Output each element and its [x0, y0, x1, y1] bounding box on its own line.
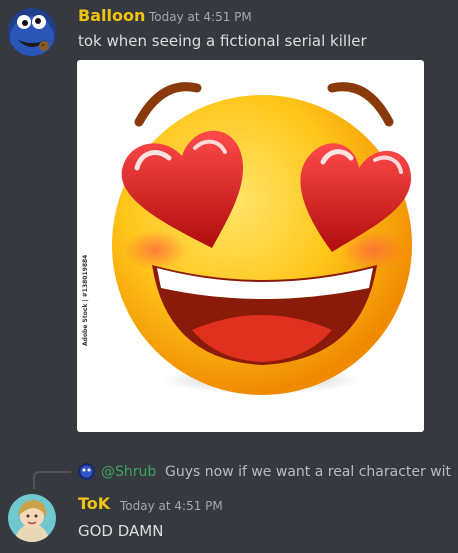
message-text: tok when seeing a fictional serial kille…	[78, 32, 367, 50]
avatar-tok[interactable]	[8, 494, 56, 542]
username-balloon[interactable]: Balloon	[78, 6, 145, 25]
tok-avatar-icon	[8, 494, 56, 542]
avatar-balloon[interactable]	[8, 8, 56, 56]
image-watermark: Adobe Stock | #138019884	[82, 254, 89, 346]
image-attachment[interactable]	[77, 60, 424, 432]
heart-eyes-emoji-image	[112, 82, 412, 395]
message-timestamp: Today at 4:51 PM	[120, 499, 223, 513]
message-timestamp: Today at 4:51 PM	[149, 10, 252, 24]
reply-connector	[33, 471, 71, 489]
reply-preview-text[interactable]: Guys now if we want a real character wit	[165, 464, 451, 480]
reply-avatar[interactable]	[78, 463, 95, 480]
message-text: GOD DAMN	[78, 522, 164, 540]
cookie-monster-avatar-icon	[8, 8, 56, 56]
reply-mention[interactable]: @Shrub	[101, 464, 156, 480]
username-tok[interactable]: ToK	[78, 494, 110, 513]
shrub-avatar-icon	[78, 463, 95, 480]
